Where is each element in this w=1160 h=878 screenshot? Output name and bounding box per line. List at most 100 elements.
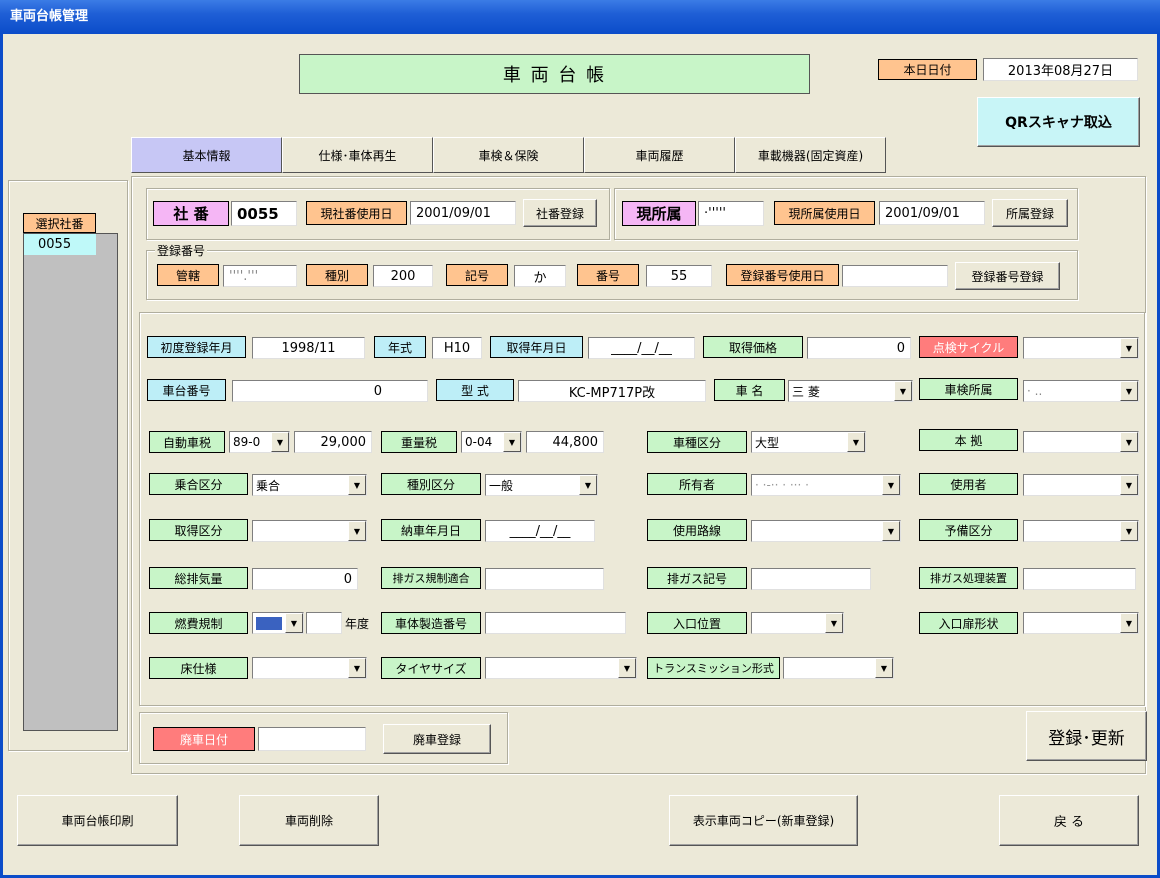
dropdown-arrow-icon[interactable]: ▼ [579,475,597,495]
emission-symbol-field[interactable] [751,568,871,590]
print-ledger-button[interactable]: 車両台帳印刷 [17,795,178,846]
dropdown-arrow-icon[interactable]: ▼ [1120,521,1138,541]
inspection-cycle-select[interactable]: ▼ [1023,337,1139,359]
owner-select[interactable]: · ·-·· · ··· · ▼ [751,474,901,496]
company-number-field[interactable]: 0055 [231,201,297,226]
dropdown-arrow-icon[interactable]: ▼ [825,613,843,633]
entrance-position-select[interactable]: ▼ [751,612,844,634]
qr-scanner-import-button[interactable]: QRスキャナ取込 [977,97,1140,147]
first-registration-label: 初度登録年月 [147,336,246,358]
tab-basic-info[interactable]: 基本情報 [131,137,282,173]
dropdown-arrow-icon[interactable]: ▼ [1120,475,1138,495]
type-class-select[interactable]: 一般 ▼ [485,474,598,496]
jurisdiction-field[interactable]: ''''.''' [223,265,297,287]
vehicle-class-select[interactable]: 大型 ▼ [751,431,866,453]
affiliation-register-button[interactable]: 所属登録 [992,199,1068,227]
dropdown-arrow-icon[interactable]: ▼ [882,521,900,541]
dropdown-arrow-icon[interactable]: ▼ [1120,381,1138,401]
list-item[interactable]: 0055 [24,234,96,255]
displacement-field[interactable]: 0 [252,568,358,590]
route-select[interactable]: ▼ [751,520,901,542]
weight-tax-field[interactable]: 44,800 [526,431,604,453]
copy-vehicle-button[interactable]: 表示車両コピー(新車登録) [669,795,858,846]
door-shape-select[interactable]: ▼ [1023,612,1139,634]
dropdown-arrow-icon[interactable]: ▼ [1120,338,1138,358]
fuel-regulation-year-field[interactable] [306,612,342,634]
inspection-office-select[interactable]: · .. ▼ [1023,380,1139,402]
route-label: 使用路線 [647,519,747,541]
dropdown-arrow-icon[interactable]: ▼ [503,432,521,452]
dropdown-arrow-icon[interactable]: ▼ [348,521,366,541]
type-class-label: 種別区分 [381,473,481,495]
entrance-position-label: 入口位置 [647,612,747,634]
tab-inspection-insurance[interactable]: 車検＆保険 [433,137,584,173]
scrap-register-button[interactable]: 廃車登録 [383,724,491,754]
chassis-number-field[interactable]: 0 [232,380,428,402]
entrance-position-value [752,613,825,633]
delete-vehicle-button[interactable]: 車両削除 [239,795,379,846]
company-number-register-button[interactable]: 社番登録 [523,199,597,227]
dropdown-arrow-icon[interactable]: ▼ [285,613,303,633]
model-type-field[interactable]: KC-MP717P改 [518,380,706,402]
reserve-class-select[interactable]: ▼ [1023,520,1139,542]
dropdown-arrow-icon[interactable]: ▼ [348,475,366,495]
acquisition-class-select[interactable]: ▼ [252,520,367,542]
user-select[interactable]: ▼ [1023,474,1139,496]
affiliation-label: 現所属 [622,201,696,226]
model-year-field[interactable]: H10 [432,337,482,359]
fuel-regulation-select[interactable]: ▼ [252,612,304,634]
dropdown-arrow-icon[interactable]: ▼ [1120,432,1138,452]
car-name-select[interactable]: 三 菱 ▼ [788,380,913,402]
registration-use-date-field[interactable] [842,265,948,287]
type-field[interactable]: 200 [373,265,433,287]
transmission-type-select[interactable]: ▼ [783,657,894,679]
back-button[interactable]: 戻 る [999,795,1139,846]
owner-value: · ·-·· · ··· · [755,478,809,492]
number-label: 番号 [577,264,639,286]
tab-spec-body[interactable]: 仕様･車体再生 [282,137,433,173]
floor-spec-select[interactable]: ▼ [252,657,367,679]
today-date-label: 本日日付 [878,59,977,80]
registration-number-register-button[interactable]: 登録番号登録 [955,262,1060,290]
emission-device-field[interactable] [1023,568,1136,590]
vehicle-class-label: 車種区分 [647,431,747,453]
ride-class-value: 乗合 [256,478,281,493]
weight-tax-label: 重量税 [381,431,457,453]
dropdown-arrow-icon[interactable]: ▼ [882,475,900,495]
automobile-tax-code-select[interactable]: 89-0 ▼ [229,431,290,453]
jurisdiction-label: 管轄 [157,264,219,286]
register-update-button[interactable]: 登録･更新 [1026,711,1147,761]
ride-class-select[interactable]: 乗合 ▼ [252,474,367,496]
tab-vehicle-history[interactable]: 車両履歴 [584,137,735,173]
dropdown-arrow-icon[interactable]: ▼ [618,658,636,678]
tab-onboard-equipment[interactable]: 車載機器(固定資産) [735,137,886,173]
acquisition-price-field[interactable]: 0 [807,337,911,359]
number-field[interactable]: 55 [646,265,712,287]
door-shape-value [1024,613,1120,633]
delivery-date-field[interactable]: ____/__/__ [485,520,595,542]
base-select[interactable]: ▼ [1023,431,1139,453]
body-serial-field[interactable] [485,612,626,634]
dropdown-arrow-icon[interactable]: ▼ [847,432,865,452]
symbol-field[interactable]: か [514,265,566,287]
company-number-use-date-field[interactable]: 2001/09/01 [410,201,516,225]
emission-regulation-field[interactable] [485,568,604,590]
affiliation-use-date-field[interactable]: 2001/09/01 [879,201,985,225]
weight-tax-code-select[interactable]: 0-04 ▼ [461,431,522,453]
acquisition-date-field[interactable]: ____/__/__ [588,337,695,359]
tire-size-select[interactable]: ▼ [485,657,637,679]
automobile-tax-field[interactable]: 29,000 [294,431,372,453]
dropdown-arrow-icon[interactable]: ▼ [271,432,289,452]
weight-tax-code-value: 0-04 [465,435,493,449]
first-registration-field[interactable]: 1998/11 [252,337,365,359]
model-year-label: 年式 [374,336,426,358]
affiliation-field[interactable]: ·''''' [698,201,764,226]
automobile-tax-label: 自動車税 [149,431,225,453]
dropdown-arrow-icon[interactable]: ▼ [894,381,912,401]
scrap-date-field[interactable] [258,727,366,751]
registration-use-date-label: 登録番号使用日 [726,264,839,286]
dropdown-arrow-icon[interactable]: ▼ [348,658,366,678]
dropdown-arrow-icon[interactable]: ▼ [1120,613,1138,633]
dropdown-arrow-icon[interactable]: ▼ [875,658,893,678]
selected-number-list[interactable]: 0055 [23,233,118,731]
